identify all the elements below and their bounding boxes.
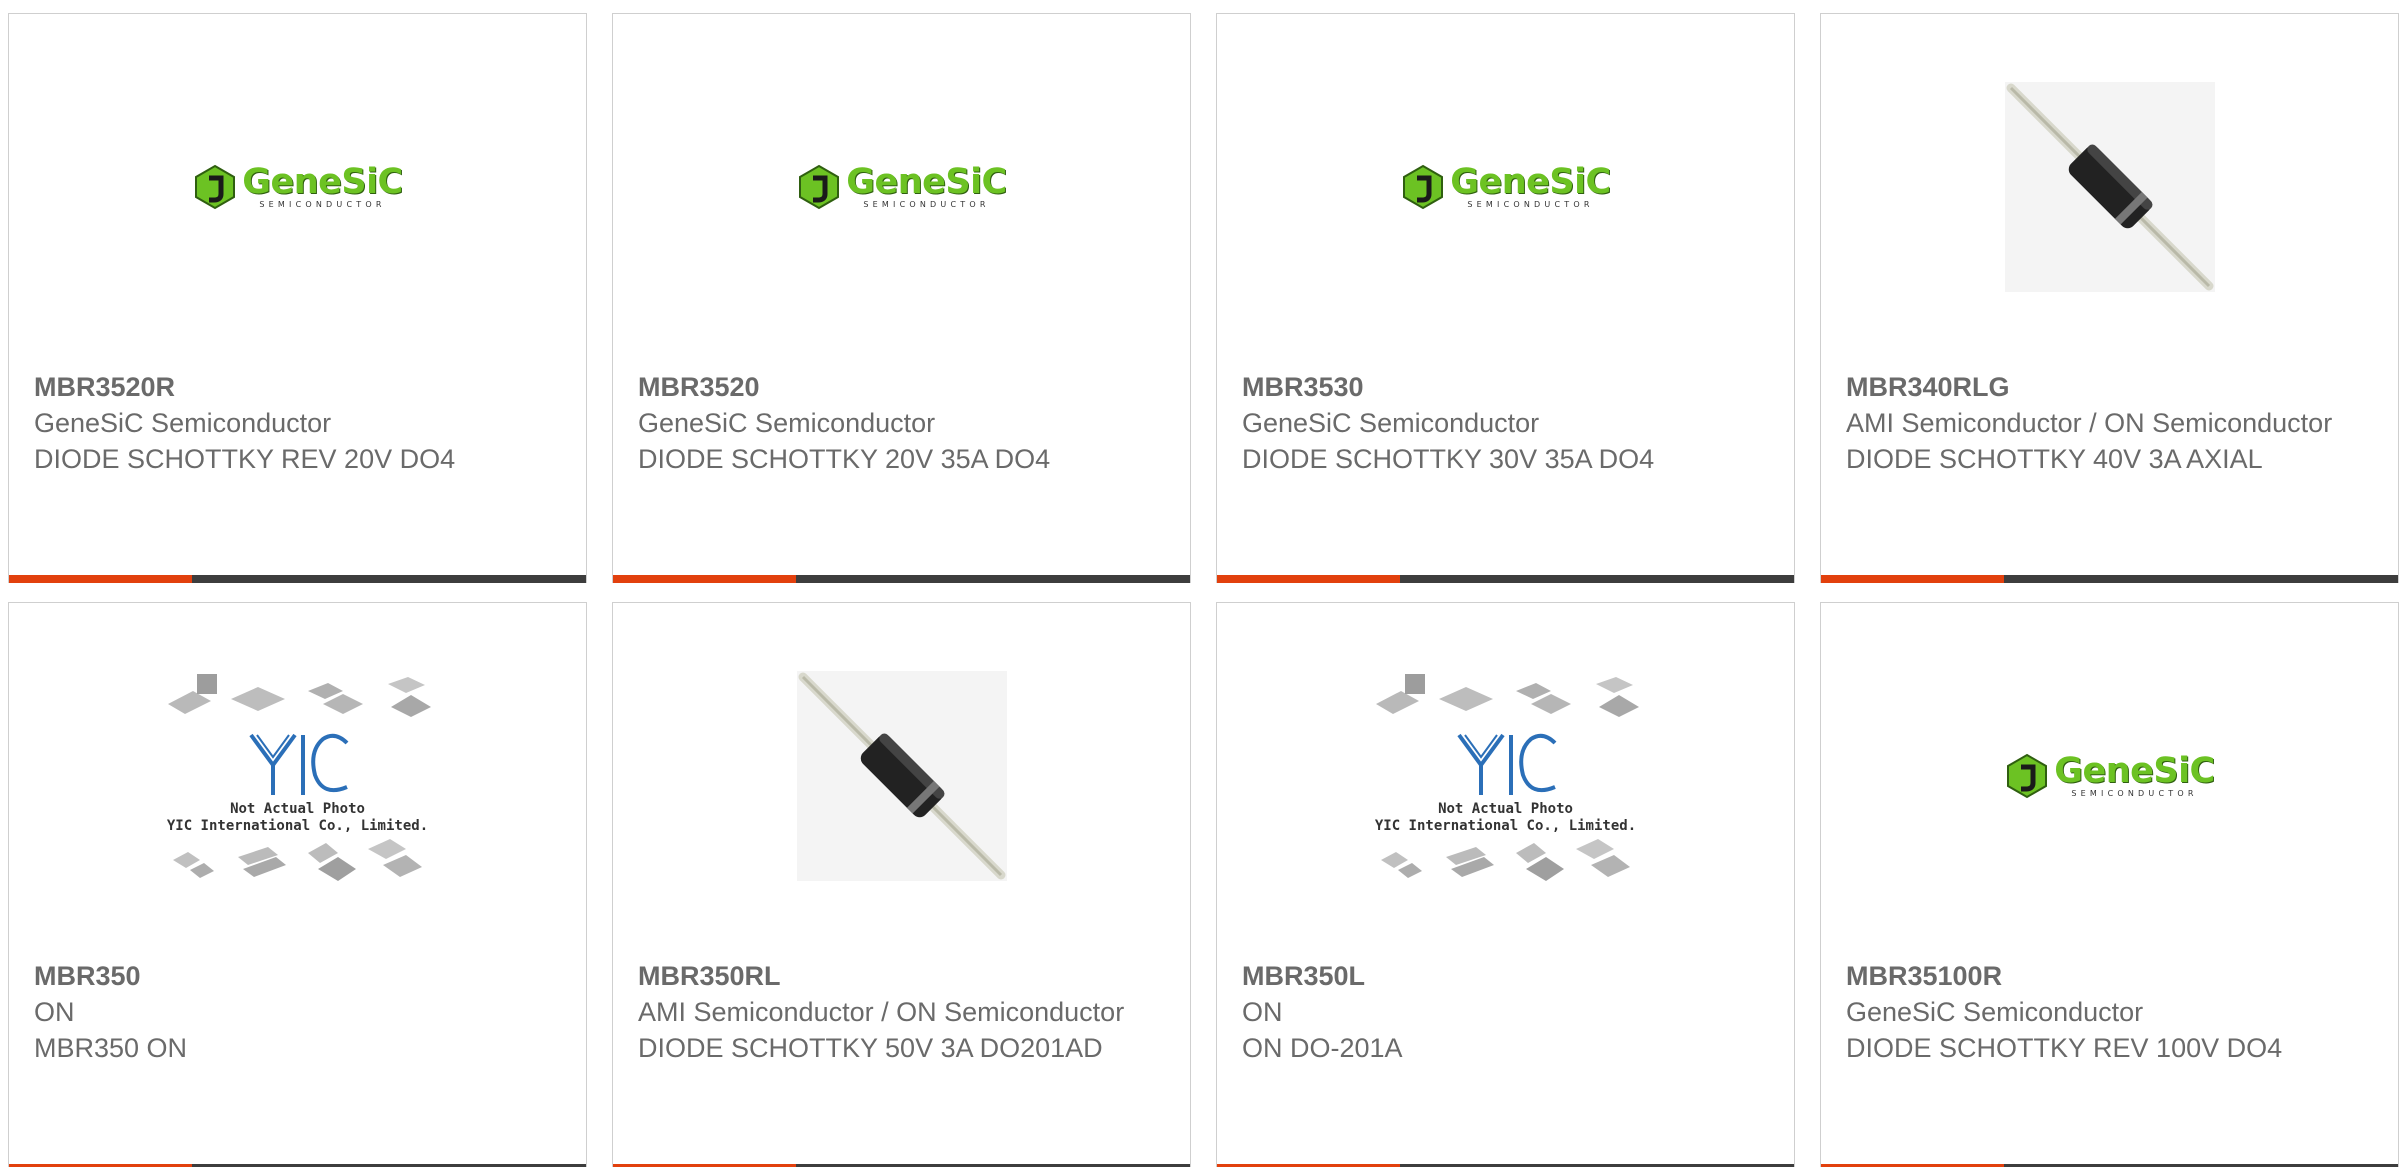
part-number[interactable]: MBR350	[34, 958, 566, 994]
yic-logo	[248, 733, 348, 795]
axial-diode-photo	[2004, 81, 2215, 292]
genesic-wordmark: GeneSiC	[846, 162, 1007, 202]
description: DIODE SCHOTTKY REV 20V DO4	[34, 444, 456, 474]
genesic-subtitle: SEMICONDUCTOR	[1467, 200, 1594, 209]
product-image[interactable]: GeneSiC SEMICONDUCTOR	[1821, 603, 2398, 948]
card-bar-accent	[1217, 575, 1400, 583]
not-actual-photo-note: Not Actual Photo	[1438, 800, 1573, 817]
axial-diode-photo	[796, 670, 1007, 881]
manufacturer: ON	[34, 997, 75, 1027]
part-number[interactable]: MBR350RL	[638, 958, 1170, 994]
genesic-wordmark: GeneSiC	[2054, 751, 2215, 791]
manufacturer: ON	[1242, 997, 1283, 1027]
description: DIODE SCHOTTKY REV 100V DO4	[1846, 1033, 2283, 1063]
product-card[interactable]: GeneSiC SEMICONDUCTOR MBR3520R GeneSiC S…	[8, 13, 587, 583]
product-card[interactable]: GeneSiC SEMICONDUCTOR MBR3520 GeneSiC Se…	[612, 13, 1191, 583]
genesic-wordmark: GeneSiC	[1450, 162, 1611, 202]
product-card[interactable]: Not Actual Photo YIC International Co., …	[1216, 602, 1795, 1167]
description: DIODE SCHOTTKY 40V 3A AXIAL	[1846, 444, 2263, 474]
product-image[interactable]: GeneSiC SEMICONDUCTOR	[613, 14, 1190, 359]
yic-company-name: YIC International Co., Limited.	[166, 817, 429, 834]
genesic-logo: GeneSiC SEMICONDUCTOR	[2004, 753, 2215, 799]
card-bar	[1217, 575, 1794, 583]
manufacturer: AMI Semiconductor / ON Semiconductor	[1846, 408, 2333, 438]
card-bar	[613, 575, 1190, 583]
manufacturer: GeneSiC Semiconductor	[34, 408, 332, 438]
card-bar-accent	[1821, 575, 2004, 583]
part-number[interactable]: MBR3530	[1242, 369, 1774, 405]
product-card[interactable]: MBR340RLG AMI Semiconductor / ON Semicon…	[1820, 13, 2399, 583]
description: ON DO-201A	[1242, 1033, 1403, 1063]
not-actual-photo-note: Not Actual Photo	[230, 800, 365, 817]
genesic-logo: GeneSiC SEMICONDUCTOR	[192, 164, 403, 210]
manufacturer: GeneSiC Semiconductor	[1242, 408, 1540, 438]
genesic-subtitle: SEMICONDUCTOR	[2071, 789, 2198, 798]
description: DIODE SCHOTTKY 50V 3A DO201AD	[638, 1033, 1103, 1063]
genesic-logo: GeneSiC SEMICONDUCTOR	[1400, 164, 1611, 210]
genesic-hex-icon	[195, 164, 236, 209]
part-number[interactable]: MBR340RLG	[1846, 369, 2378, 405]
genesic-subtitle: SEMICONDUCTOR	[863, 200, 990, 209]
manufacturer: AMI Semiconductor / ON Semiconductor	[638, 997, 1125, 1027]
product-image[interactable]	[613, 603, 1190, 948]
genesic-hex-icon	[2007, 753, 2048, 798]
card-bar	[1821, 575, 2398, 583]
description: DIODE SCHOTTKY 20V 35A DO4	[638, 444, 1051, 474]
genesic-hex-icon	[799, 164, 840, 209]
part-number[interactable]: MBR350L	[1242, 958, 1774, 994]
part-number[interactable]: MBR3520R	[34, 369, 566, 405]
product-image[interactable]: Not Actual Photo YIC International Co., …	[1217, 603, 1794, 948]
product-grid: GeneSiC SEMICONDUCTOR MBR3520R GeneSiC S…	[0, 0, 2400, 1167]
product-image[interactable]	[1821, 14, 2398, 359]
description: DIODE SCHOTTKY 30V 35A DO4	[1242, 444, 1655, 474]
chip-packages-icon	[167, 673, 431, 717]
card-bar-accent	[613, 575, 796, 583]
card-bar	[9, 575, 586, 583]
genesic-hex-icon	[1403, 164, 1444, 209]
chip-packages-icon	[1380, 838, 1630, 881]
part-number[interactable]: MBR35100R	[1846, 958, 2378, 994]
yic-placeholder: Not Actual Photo YIC International Co., …	[163, 669, 433, 883]
product-card[interactable]: MBR350RL AMI Semiconductor / ON Semicond…	[612, 602, 1191, 1167]
product-card[interactable]: GeneSiC SEMICONDUCTOR MBR3530 GeneSiC Se…	[1216, 13, 1795, 583]
product-card[interactable]: GeneSiC SEMICONDUCTOR MBR35100R GeneSiC …	[1820, 602, 2399, 1167]
manufacturer: GeneSiC Semiconductor	[1846, 997, 2144, 1027]
card-bar-accent	[9, 575, 192, 583]
description: MBR350 ON	[34, 1033, 188, 1063]
product-image[interactable]: GeneSiC SEMICONDUCTOR	[1217, 14, 1794, 359]
yic-placeholder: Not Actual Photo YIC International Co., …	[1371, 669, 1641, 883]
yic-company-name: YIC International Co., Limited.	[1374, 817, 1637, 834]
genesic-wordmark: GeneSiC	[242, 162, 403, 202]
part-number[interactable]: MBR3520	[638, 369, 1170, 405]
yic-logo	[1456, 733, 1556, 795]
genesic-logo: GeneSiC SEMICONDUCTOR	[796, 164, 1007, 210]
chip-packages-icon	[172, 838, 422, 881]
product-card[interactable]: Not Actual Photo YIC International Co., …	[8, 602, 587, 1167]
product-image[interactable]: Not Actual Photo YIC International Co., …	[9, 603, 586, 948]
chip-packages-icon	[1375, 673, 1639, 717]
genesic-subtitle: SEMICONDUCTOR	[259, 200, 386, 209]
manufacturer: GeneSiC Semiconductor	[638, 408, 936, 438]
product-image[interactable]: GeneSiC SEMICONDUCTOR	[9, 14, 586, 359]
